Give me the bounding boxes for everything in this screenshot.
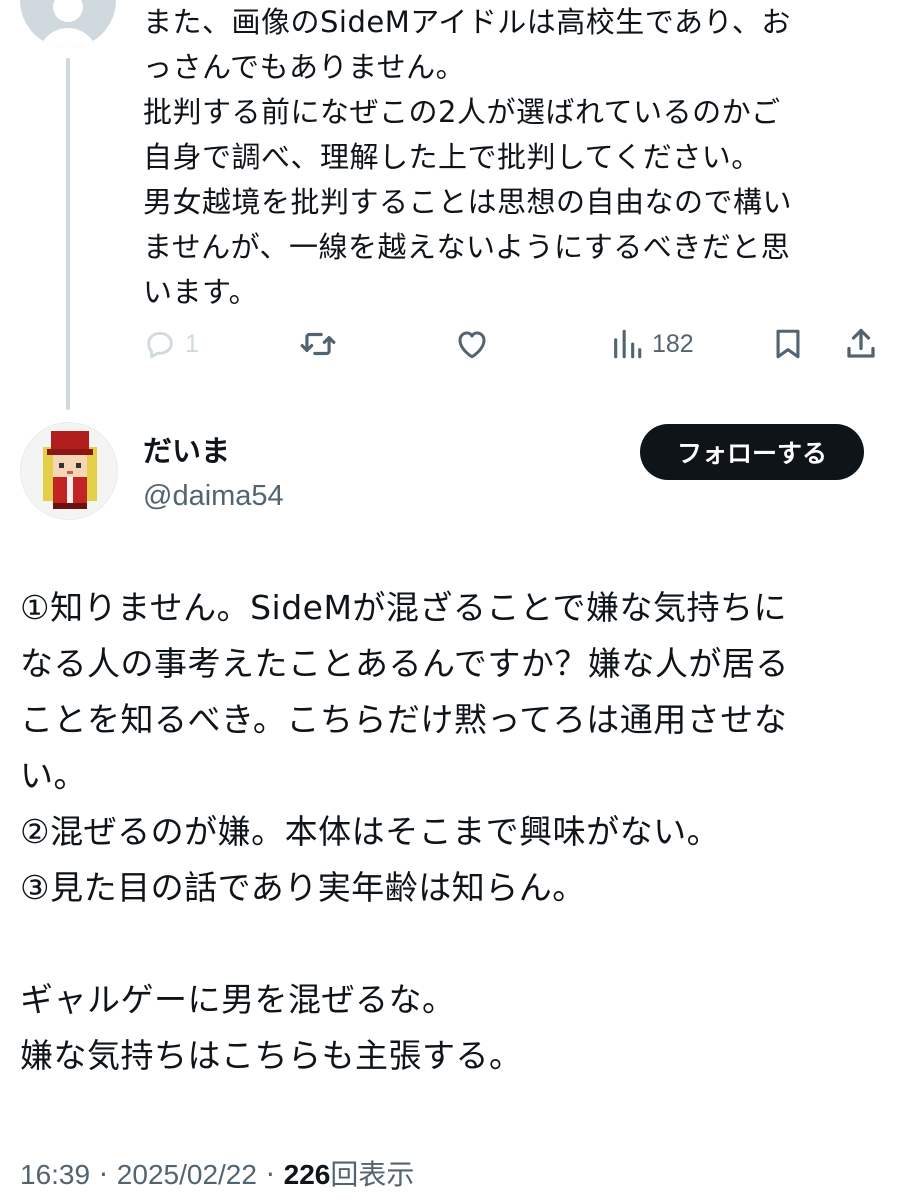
- tweet-text-line: ①知りません。SideMが混ざることで嫌な気持ちに: [20, 588, 787, 627]
- avatar[interactable]: [20, 422, 118, 520]
- display-name[interactable]: だいま: [143, 432, 230, 470]
- parent-text-line: 批判する前になぜこの2人が選ばれているのかご: [143, 95, 781, 129]
- like-icon: [458, 331, 486, 359]
- tweet-text-line: 嫌な気持ちはこちらも主張する。: [20, 1036, 523, 1075]
- parent-tweet-text: また、画像のSideMアイドルは高校生であり、お っさんでもありません。 批判す…: [143, 0, 883, 315]
- tweet-time[interactable]: 16:39: [20, 1159, 90, 1190]
- bookmark-icon: [776, 329, 800, 359]
- parent-text-line: 男女越境を批判することは思想の自由なので構い: [143, 185, 793, 219]
- tweet-date[interactable]: 2025/02/22: [117, 1159, 257, 1190]
- reply-icon: [147, 331, 173, 359]
- retweet-icon: [300, 332, 336, 356]
- parent-text-line: っさんでもありません。: [143, 50, 466, 84]
- parent-text-line: います。: [143, 275, 259, 309]
- tweet-text-line: なる人の事考えたことあるんですか？嫌な人が居る: [20, 644, 789, 683]
- parent-text-line: また、画像のSideMアイドルは高校生であり、お: [143, 5, 791, 39]
- tweet-text-line: ことを知るべき。こちらだけ黙ってろは通用させな: [20, 700, 788, 739]
- thread-connector-line: [66, 58, 70, 410]
- views-button[interactable]: 182: [610, 322, 694, 366]
- parent-text-line: ませんが、一線を越えないようにするべきだと思: [143, 230, 791, 264]
- meta-separator: ·: [98, 1158, 108, 1191]
- views-icon: [614, 329, 642, 359]
- main-tweet-text: ①知りません。SideMが混ざることで嫌な気持ちに なる人の事考えたことあるんで…: [20, 580, 890, 1084]
- tweet-views-count[interactable]: 226: [284, 1159, 331, 1190]
- like-button[interactable]: [454, 322, 490, 366]
- reply-count: 1: [185, 329, 199, 358]
- default-avatar[interactable]: [20, 0, 116, 48]
- parent-action-bar: 1 182: [143, 322, 883, 366]
- tweet-text-line-blank: [20, 916, 890, 972]
- tweet-metadata: 16:39 · 2025/02/22 · 226回表示: [20, 1156, 414, 1194]
- views-count: 182: [652, 329, 694, 358]
- share-button[interactable]: [843, 322, 879, 366]
- avatar-head-shape: [53, 0, 83, 22]
- tweet-text-line: ③見た目の話であり実年齢は知らん。: [20, 868, 586, 907]
- meta-separator: ·: [265, 1158, 275, 1191]
- pixel-character-avatar: [21, 423, 117, 519]
- share-icon: [847, 328, 875, 358]
- retweet-button[interactable]: [299, 322, 337, 366]
- reply-button[interactable]: 1: [143, 322, 199, 366]
- parent-text-line: 自身で調べ、理解した上で批判してください。: [143, 140, 761, 174]
- user-handle[interactable]: @daima54: [143, 477, 284, 515]
- tweet-text-line: い。: [20, 756, 87, 795]
- avatar-body-shape: [38, 28, 98, 48]
- bookmark-button[interactable]: [771, 322, 805, 366]
- tweet-views-label: 回表示: [330, 1158, 415, 1191]
- follow-button[interactable]: フォローする: [640, 424, 864, 480]
- tweet-text-line: ギャルゲーに男を混ぜるな。: [20, 980, 456, 1019]
- tweet-text-line: ②混ぜるのが嫌。本体はそこまで興味がない。: [20, 812, 721, 851]
